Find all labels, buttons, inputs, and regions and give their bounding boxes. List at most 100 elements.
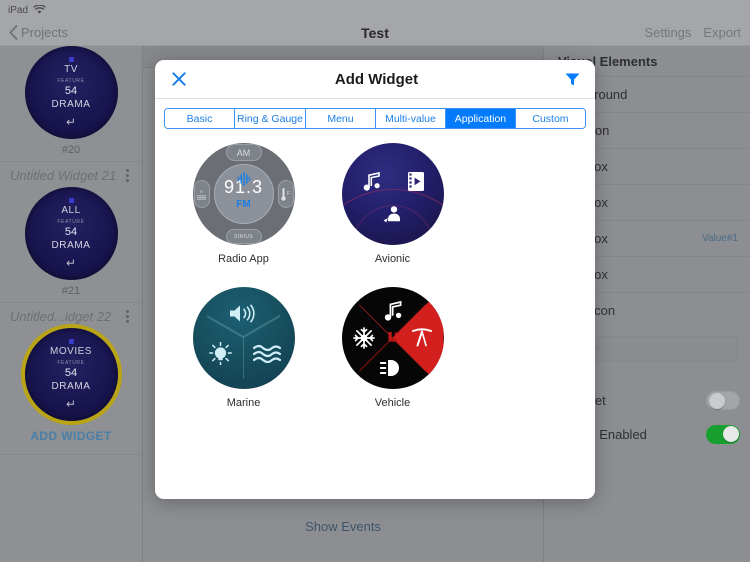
- undo-icon: ↵: [65, 396, 77, 411]
- tab-menu[interactable]: Menu: [305, 109, 376, 128]
- nav-bar: Projects Test Settings Export: [0, 20, 750, 46]
- am-button[interactable]: AM: [225, 144, 262, 161]
- music-note-icon: [384, 300, 401, 321]
- sirius-button[interactable]: SIRIUS: [225, 229, 262, 244]
- kebab-menu-icon[interactable]: [123, 310, 132, 323]
- widget-thumbnail-20[interactable]: TV FEATURE 54 DRAMA ↵ #20: [0, 46, 142, 161]
- widget-list-sidebar[interactable]: TV FEATURE 54 DRAMA ↵ #20 Untitled Widge…: [0, 46, 143, 562]
- thumb-line-3: 54: [64, 366, 78, 379]
- headlight-icon: [379, 360, 399, 376]
- widget-option-label: Marine: [226, 397, 261, 409]
- widget-option-label: Avionic: [374, 253, 411, 265]
- list-item-header[interactable]: Untitled Widget 21: [0, 162, 142, 187]
- water-waves-icon: [252, 344, 281, 363]
- widget-template-grid: AM SIRIUS B F 91.3 FM Radio App Avionic …: [155, 129, 595, 431]
- widget-option-label: Vehicle: [374, 397, 411, 409]
- vehicle-preview: [341, 287, 444, 389]
- list-item-caption: #20: [61, 144, 81, 156]
- nav-actions: Settings Export: [644, 25, 741, 40]
- widget-thumbnail-22[interactable]: MOVIES FEATURE 54 DRAMA ↵ ADD WIDGET: [0, 328, 142, 454]
- light-bulb-icon: [208, 342, 232, 365]
- widget-option-radio-app[interactable]: AM SIRIUS B F 91.3 FM Radio App: [169, 143, 318, 265]
- tab-application[interactable]: Application: [445, 109, 516, 128]
- tab-custom[interactable]: Custom: [515, 109, 585, 128]
- status-device-label: iPad: [8, 4, 29, 16]
- list-item[interactable]: TV FEATURE 54 DRAMA ↵ #20: [0, 46, 142, 162]
- app-root: iPad Projects Test Settings Export TV FE…: [0, 0, 750, 562]
- button-enabled-toggle[interactable]: [706, 424, 740, 444]
- indicator-dot: [68, 198, 74, 203]
- band-left-button[interactable]: B: [193, 180, 210, 208]
- dialog-title: Add Widget: [334, 70, 419, 88]
- tab-ring-and-gauge[interactable]: Ring & Gauge: [235, 109, 306, 128]
- widget-option-marine[interactable]: Marine: [169, 287, 318, 409]
- watch-preview-selected: MOVIES FEATURE 54 DRAMA ↵: [24, 328, 118, 421]
- list-item-title: Untitled...idget 22: [10, 309, 112, 324]
- toggle-knob: [722, 426, 739, 442]
- widget-thumbnail-21[interactable]: ALL FEATURE 54 DRAMA ↵ #21: [0, 187, 142, 302]
- thumb-line-2: FEATURE: [57, 359, 85, 366]
- video-film-icon: [407, 172, 424, 191]
- temp-unit-label: F: [286, 191, 291, 197]
- grid-icon: [197, 194, 206, 200]
- add-widget-button[interactable]: ADD WIDGET: [30, 421, 111, 449]
- marine-preview: [192, 287, 295, 389]
- radio-display: 91.3 FM: [213, 164, 274, 224]
- export-button[interactable]: Export: [703, 25, 741, 40]
- indicator-dot: [68, 57, 74, 62]
- list-item-caption: #21: [61, 285, 81, 297]
- widget-option-vehicle[interactable]: Vehicle: [318, 287, 467, 409]
- tab-basic[interactable]: Basic: [165, 109, 235, 128]
- thermometer-icon: [281, 188, 286, 201]
- music-note-icon: [363, 172, 380, 191]
- toggle-knob: [708, 393, 725, 409]
- wifi-icon: [33, 5, 46, 14]
- avionic-preview: [341, 143, 444, 245]
- dialog-header: Add Widget: [155, 60, 595, 99]
- close-icon[interactable]: [169, 69, 189, 89]
- thumb-line-2: FEATURE: [57, 218, 85, 225]
- tab-multi-value[interactable]: Multi-value: [375, 109, 446, 128]
- default-widget-toggle[interactable]: [706, 390, 740, 410]
- status-bar: iPad: [0, 0, 750, 20]
- windshield-wiper-icon: [411, 328, 432, 347]
- list-item[interactable]: Untitled Widget 21 ALL FEATURE 54 DRAMA …: [0, 162, 142, 303]
- indicator-dot: [68, 339, 74, 344]
- person-service-icon: [383, 206, 400, 223]
- thumb-line-4: DRAMA: [51, 239, 91, 251]
- undo-icon: ↵: [65, 255, 77, 270]
- list-item-header[interactable]: Untitled...idget 22: [0, 303, 142, 328]
- snowflake-ac-icon: [352, 327, 375, 349]
- band-left-label: B: [200, 188, 203, 194]
- watch-preview: ALL FEATURE 54 DRAMA ↵: [24, 187, 118, 280]
- sector-divider: [242, 337, 244, 379]
- signal-waveform-icon: [237, 172, 250, 186]
- radio-app-preview: AM SIRIUS B F 91.3 FM: [192, 143, 295, 245]
- add-widget-dialog[interactable]: Add Widget Basic Ring & Gauge Menu Multi…: [155, 60, 595, 499]
- kebab-menu-icon[interactable]: [123, 169, 132, 182]
- thumb-line-4: DRAMA: [51, 98, 91, 110]
- widget-option-label: Radio App: [218, 253, 269, 265]
- temp-right-button[interactable]: F: [277, 180, 294, 208]
- list-item[interactable]: Untitled...idget 22 MOVIES FEATURE 54 DR…: [0, 303, 142, 455]
- thumb-line-4: DRAMA: [51, 380, 91, 392]
- list-item-title: Untitled Widget 21: [10, 168, 117, 183]
- undo-icon: ↵: [65, 114, 77, 129]
- thumb-line-1: ALL: [61, 204, 81, 216]
- row-value: Value#1: [702, 233, 738, 244]
- watch-preview: TV FEATURE 54 DRAMA ↵: [24, 46, 118, 139]
- show-events-button[interactable]: Show Events: [143, 519, 543, 534]
- thumb-line-1: TV: [64, 63, 78, 75]
- seat-heater-icon: [388, 331, 397, 342]
- widget-category-tabs[interactable]: Basic Ring & Gauge Menu Multi-value Appl…: [164, 108, 586, 129]
- thumb-line-3: 54: [64, 84, 78, 97]
- thumb-line-2: FEATURE: [57, 77, 85, 84]
- speaker-volume-icon: [229, 304, 255, 323]
- thumb-line-3: 54: [64, 225, 78, 238]
- funnel-filter-icon[interactable]: [564, 71, 581, 88]
- settings-button[interactable]: Settings: [644, 25, 691, 40]
- page-title: Test: [361, 24, 389, 41]
- radio-band-label: FM: [236, 199, 251, 210]
- widget-option-avionic[interactable]: Avionic: [318, 143, 467, 265]
- thumb-line-1: MOVIES: [50, 345, 92, 357]
